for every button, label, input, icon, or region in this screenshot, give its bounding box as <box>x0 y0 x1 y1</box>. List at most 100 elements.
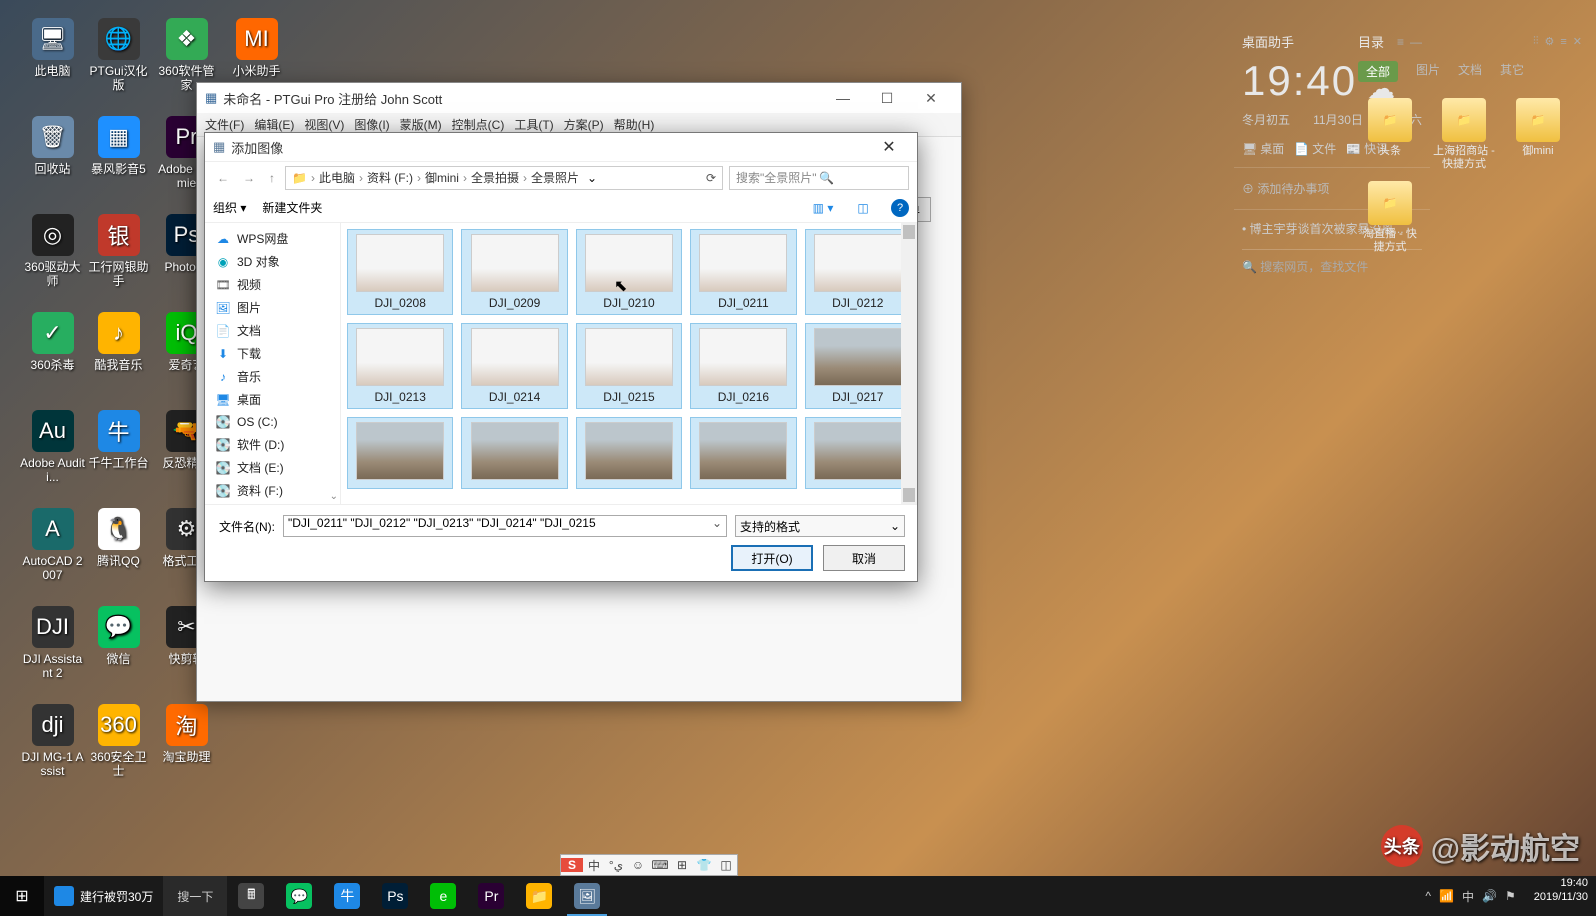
tree-node-资料 (F:)[interactable]: 💽资料 (F:) <box>205 479 340 502</box>
breadcrumb[interactable]: 📁 ›此电脑›资料 (F:)›御mini›全景拍摄›全景照片⌄⟳ <box>285 166 723 190</box>
menu-蒙版(M)[interactable]: 蒙版(M) <box>400 116 442 133</box>
breadcrumb-dropdown[interactable]: ⌄ <box>587 171 597 185</box>
ime-btn-3[interactable]: ☺ <box>627 858 649 872</box>
file-thumb-DJI_0213[interactable]: DJI_0213 <box>347 323 453 409</box>
tree-node-桌面[interactable]: 🖥桌面 <box>205 388 340 411</box>
dir-item-上海招商站 - 快捷方式[interactable]: 📁上海招商站 - 快捷方式 <box>1432 98 1496 171</box>
filename-input[interactable]: "DJI_0211" "DJI_0212" "DJI_0213" "DJI_02… <box>283 515 727 537</box>
tray-icon-4[interactable]: ⚑ <box>1505 889 1516 903</box>
dir-item-御mini[interactable]: 📁御mini <box>1506 98 1570 171</box>
dir-settings-icon[interactable]: ⚙ <box>1544 35 1554 48</box>
tray-icon-2[interactable]: 中 <box>1462 888 1474 905</box>
desktop-icon-360驱动大师[interactable]: ◎360驱动大师 <box>20 214 85 288</box>
tree-node-下载[interactable]: ⬇下载 <box>205 342 340 365</box>
ime-btn-0[interactable]: S <box>561 858 583 872</box>
tree-node-OS (C:)[interactable]: 💽OS (C:) <box>205 411 340 433</box>
desktop-icon-暴风影音5[interactable]: ▦暴风影音5 <box>86 116 151 176</box>
desktop-icon-此电脑[interactable]: 🖥此电脑 <box>20 18 85 78</box>
desktop-icon-DJI MG-1 Assist[interactable]: djiDJI MG-1 Assist <box>20 704 85 778</box>
dialog-close-button[interactable]: ✕ <box>869 137 909 157</box>
file-thumb-partial[interactable] <box>690 417 796 489</box>
desktop-icon-360软件管家[interactable]: ❖360软件管家 <box>154 18 219 92</box>
menu-编辑(E)[interactable]: 编辑(E) <box>254 116 294 133</box>
tray-icon-3[interactable]: 🔊 <box>1482 889 1497 903</box>
taskbar-browser[interactable]: e <box>419 876 467 916</box>
file-thumb-DJI_0211[interactable]: DJI_0211 <box>690 229 796 315</box>
file-thumb-DJI_0217[interactable]: DJI_0217 <box>805 323 911 409</box>
taskbar-calculator[interactable]: 🖩 <box>227 876 275 916</box>
file-thumb-partial[interactable] <box>347 417 453 489</box>
menu-文件(F)[interactable]: 文件(F) <box>205 116 244 133</box>
desktop-icon-回收站[interactable]: 🗑回收站 <box>20 116 85 176</box>
crumb-0[interactable]: 此电脑 <box>319 169 355 186</box>
scroll-up-icon[interactable] <box>903 225 915 239</box>
taskbar-clock[interactable]: 19:40 2019/11/30 <box>1526 876 1596 916</box>
maximize-button[interactable]: ☐ <box>865 84 909 112</box>
desktop-icon-AutoCAD 2007[interactable]: AAutoCAD 2007 <box>20 508 85 582</box>
open-button[interactable]: 打开(O) <box>731 545 813 571</box>
dir-list-icon[interactable]: ⫶⫶ <box>1533 35 1539 48</box>
view-mode-button[interactable]: ▥ ▾ <box>811 198 835 218</box>
tray-icon-0[interactable]: ^ <box>1425 889 1431 903</box>
taskbar-search[interactable]: 搜一下 <box>163 876 227 916</box>
crumb-1[interactable]: 资料 (F:) <box>367 169 413 186</box>
dir-item-头条[interactable]: 📁头条 <box>1358 98 1422 171</box>
file-thumb-partial[interactable] <box>805 417 911 489</box>
tree-node-3D 对象[interactable]: ◉3D 对象 <box>205 250 340 273</box>
file-grid[interactable]: DJI_0208DJI_0209DJI_0210DJI_0211DJI_0212… <box>341 223 917 504</box>
ime-btn-2[interactable]: °ي <box>605 858 627 872</box>
tree-node-文档[interactable]: 📄文档 <box>205 319 340 342</box>
desktop-icon-腾讯QQ[interactable]: 🐧腾讯QQ <box>86 508 151 568</box>
close-button[interactable]: ✕ <box>909 84 953 112</box>
file-thumb-DJI_0215[interactable]: DJI_0215 <box>576 323 682 409</box>
desktop-icon-酷我音乐[interactable]: ♪酷我音乐 <box>86 312 151 372</box>
desktop-icon-千牛工作台[interactable]: 牛千牛工作台 <box>86 410 151 470</box>
tree-node-WPS网盘[interactable]: ☁WPS网盘 <box>205 227 340 250</box>
file-thumb-partial[interactable] <box>576 417 682 489</box>
preview-pane-button[interactable]: ◫ <box>851 198 875 218</box>
tree-node-图片[interactable]: 🖼图片 <box>205 296 340 319</box>
crumb-2[interactable]: 御mini <box>425 169 459 186</box>
menu-图像(I)[interactable]: 图像(I) <box>354 116 389 133</box>
ime-btn-1[interactable]: 中 <box>583 857 605 874</box>
crumb-4[interactable]: 全景照片 <box>531 169 579 186</box>
file-thumb-DJI_0212[interactable]: DJI_0212 <box>805 229 911 315</box>
file-thumb-DJI_0208[interactable]: DJI_0208 <box>347 229 453 315</box>
grid-scrollbar[interactable] <box>901 223 917 504</box>
taskbar-ptgui[interactable]: 🖼 <box>563 876 611 916</box>
taskbar-wechat[interactable]: 💬 <box>275 876 323 916</box>
help-button[interactable]: ? <box>891 199 909 217</box>
refresh-button[interactable]: ⟳ <box>706 171 716 185</box>
tree-node-音乐[interactable]: ♪音乐 <box>205 365 340 388</box>
folder-tree[interactable]: ☁WPS网盘◉3D 对象🎞视频🖼图片📄文档⬇下载♪音乐🖥桌面💽OS (C:)💽软… <box>205 223 341 504</box>
dir-tab-文档[interactable]: 文档 <box>1458 61 1482 82</box>
menu-工具(T)[interactable]: 工具(T) <box>514 116 553 133</box>
desktop-icon-微信[interactable]: 💬微信 <box>86 606 151 666</box>
dir-tab-其它[interactable]: 其它 <box>1500 61 1524 82</box>
tree-node-视频[interactable]: 🎞视频 <box>205 273 340 296</box>
desktop-icon-360杀毒[interactable]: ✓360杀毒 <box>20 312 85 372</box>
ime-toolbar[interactable]: S中°ي☺⌨⊞👕◫ <box>560 854 738 876</box>
tree-scroll-down[interactable]: ⌄ <box>330 491 338 502</box>
tray-icon-1[interactable]: 📶 <box>1439 889 1454 903</box>
nav-forward-button[interactable]: → <box>239 171 259 185</box>
quick-文件[interactable]: 📄文件 <box>1294 140 1336 157</box>
cancel-button[interactable]: 取消 <box>823 545 905 571</box>
quick-桌面[interactable]: 🖥桌面 <box>1242 140 1284 157</box>
menu-视图(V)[interactable]: 视图(V) <box>304 116 344 133</box>
taskbar-qianniu[interactable]: 牛 <box>323 876 371 916</box>
new-folder-button[interactable]: 新建文件夹 <box>262 199 322 216</box>
ime-btn-4[interactable]: ⌨ <box>649 858 671 872</box>
taskbar-edge-item[interactable]: 建行被罚30万 <box>44 876 163 916</box>
taskbar-photoshop[interactable]: Ps <box>371 876 419 916</box>
organize-button[interactable]: 组织 ▾ <box>213 199 246 216</box>
menu-方案(P)[interactable]: 方案(P) <box>564 116 604 133</box>
crumb-3[interactable]: 全景拍摄 <box>471 169 519 186</box>
dir-item-淘直播 - 快捷方式[interactable]: 📁淘直播 - 快捷方式 <box>1358 181 1422 254</box>
tree-node-软件 (D:)[interactable]: 💽软件 (D:) <box>205 433 340 456</box>
ime-btn-5[interactable]: ⊞ <box>671 858 693 872</box>
scroll-down-icon[interactable] <box>903 488 915 502</box>
minimize-button[interactable]: — <box>821 84 865 112</box>
ime-btn-6[interactable]: 👕 <box>693 858 715 872</box>
taskbar-premiere[interactable]: Pr <box>467 876 515 916</box>
